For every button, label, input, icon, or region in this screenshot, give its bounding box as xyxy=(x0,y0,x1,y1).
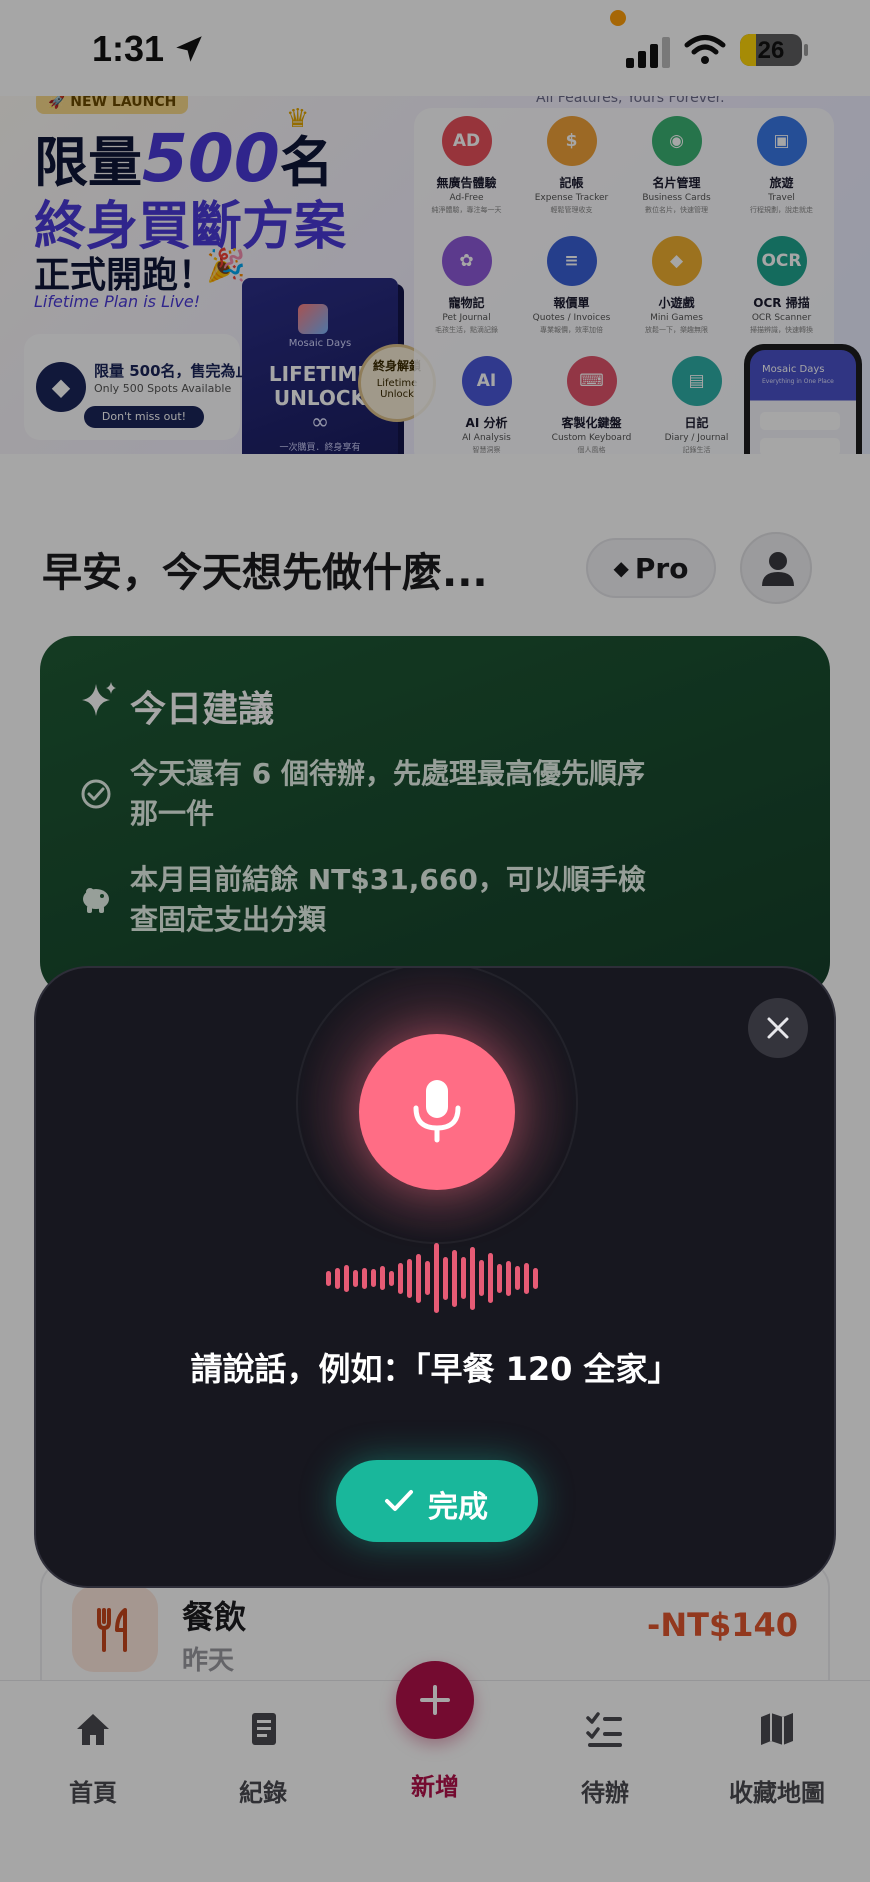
modal-backdrop[interactable] xyxy=(0,0,870,1882)
waveform-bar xyxy=(362,1268,367,1289)
waveform-bar xyxy=(515,1266,520,1290)
waveform-bar xyxy=(452,1250,457,1307)
done-button[interactable]: 完成 xyxy=(336,1460,538,1542)
voice-input-sheet: 請說話，例如：「早餐 120 全家」 完成 xyxy=(34,966,836,1588)
waveform-bar xyxy=(398,1263,403,1294)
waveform-bar xyxy=(497,1264,502,1293)
waveform-bar xyxy=(533,1268,538,1289)
waveform-bar xyxy=(416,1254,421,1303)
microphone-icon xyxy=(413,1080,461,1143)
checkmark-icon xyxy=(385,1490,413,1511)
waveform-bar xyxy=(461,1257,466,1299)
voice-prompt: 請說話，例如：「早餐 120 全家」 xyxy=(190,1350,680,1388)
close-icon xyxy=(767,1017,789,1039)
waveform-bar xyxy=(506,1261,511,1296)
waveform-bar xyxy=(407,1259,412,1298)
waveform-bar xyxy=(425,1261,430,1295)
waveform-bar xyxy=(344,1265,349,1292)
close-button[interactable] xyxy=(748,998,808,1058)
audio-waveform xyxy=(326,1238,548,1318)
waveform-bar xyxy=(470,1247,475,1310)
waveform-bar xyxy=(326,1271,331,1286)
done-label: 完成 xyxy=(428,1490,488,1525)
waveform-bar xyxy=(371,1269,376,1287)
waveform-bar xyxy=(335,1268,340,1289)
waveform-bar xyxy=(524,1263,529,1294)
waveform-bar xyxy=(380,1266,385,1290)
waveform-bar xyxy=(353,1270,358,1287)
microphone-button[interactable] xyxy=(359,1034,515,1190)
waveform-bar xyxy=(479,1260,484,1296)
waveform-bar xyxy=(488,1253,493,1303)
waveform-bar xyxy=(434,1243,439,1313)
waveform-bar xyxy=(443,1257,448,1300)
waveform-bar xyxy=(389,1271,394,1286)
